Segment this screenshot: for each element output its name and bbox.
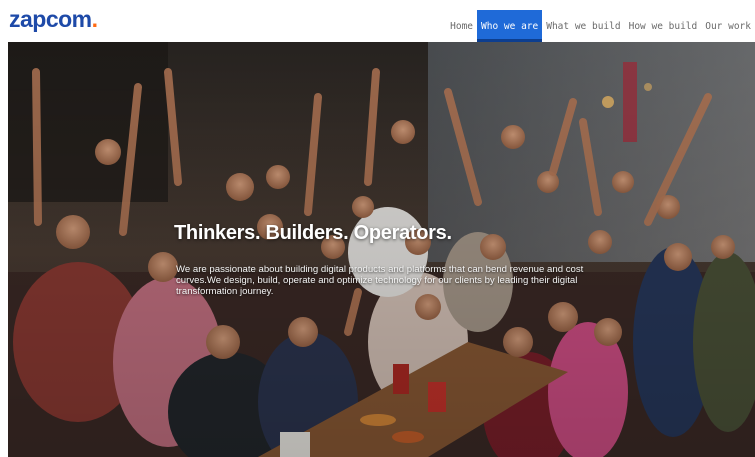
logo-dot: . (91, 6, 98, 32)
nav-what-we-build[interactable]: What we build (542, 10, 624, 42)
top-navigation-bar: zapcom. Home Who we are What we build Ho… (0, 0, 755, 42)
nav-our-work[interactable]: Our work (701, 10, 755, 42)
hero-headline: Thinkers. Builders. Operators. (174, 222, 452, 244)
main-nav: Home Who we are What we build How we bui… (446, 10, 755, 42)
nav-how-we-build[interactable]: How we build (625, 10, 702, 42)
hero-overlay (8, 42, 755, 457)
hero-description: We are passionate about building digital… (176, 264, 584, 297)
zapcom-logo[interactable]: zapcom. (9, 6, 98, 33)
hero-banner: Thinkers. Builders. Operators. We are pa… (8, 42, 755, 457)
logo-text: zapcom (9, 6, 92, 32)
nav-who-we-are[interactable]: Who we are (477, 10, 543, 42)
nav-home[interactable]: Home (446, 10, 477, 42)
